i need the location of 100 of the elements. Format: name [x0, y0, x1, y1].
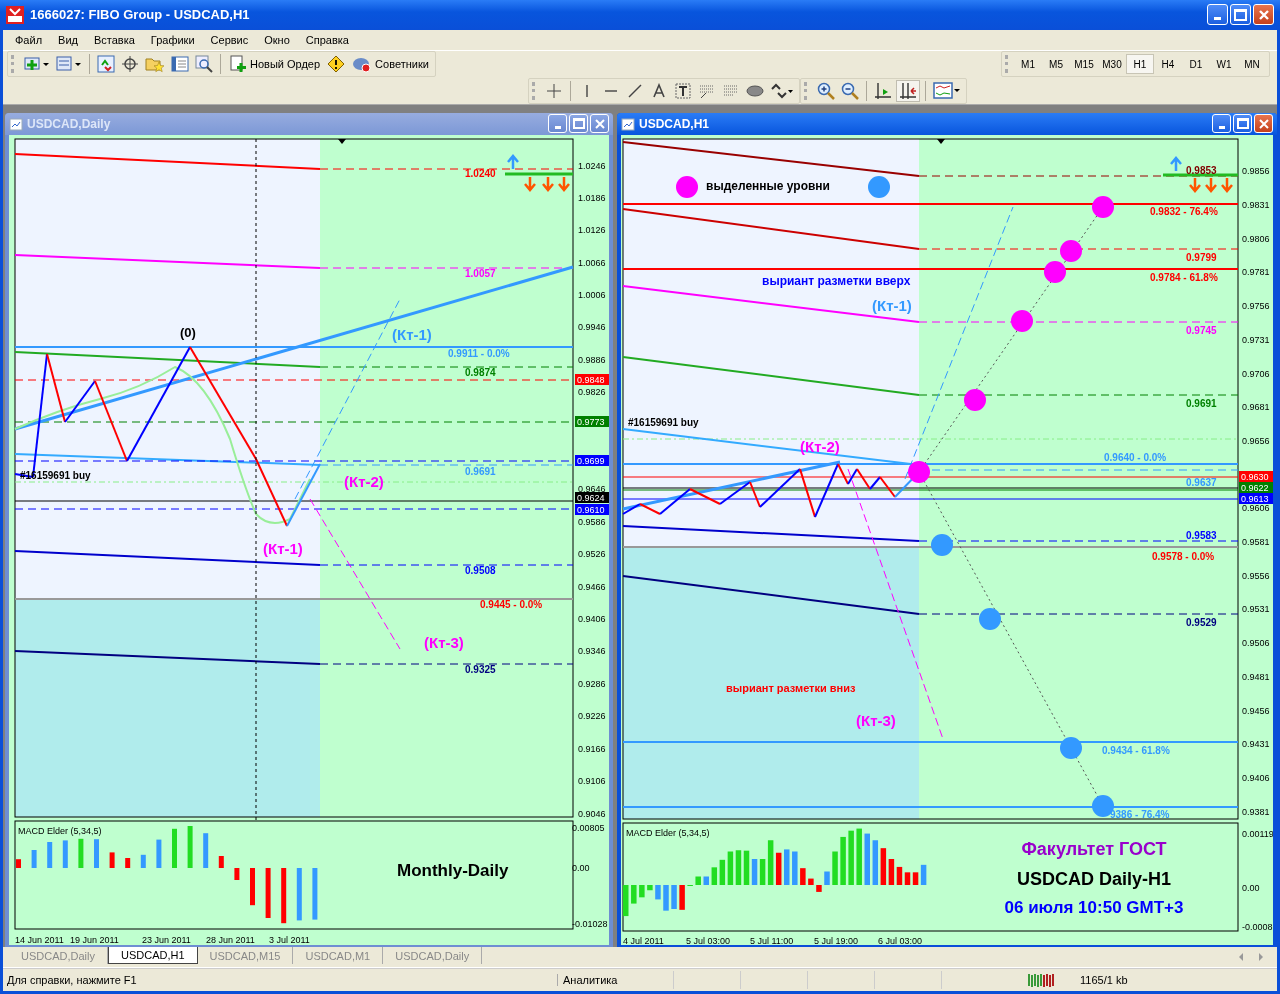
price-axis-label: 0.9226: [578, 710, 606, 721]
price-tag: 0.9848: [575, 373, 609, 385]
status-help-text: Для справки, нажмите F1: [6, 974, 138, 986]
level-label: 0.9640 - 0.0%: [1104, 451, 1167, 463]
minimize-button[interactable]: [1212, 114, 1231, 134]
period-marker-icon: [338, 138, 346, 144]
timeframe-button[interactable]: M30: [1098, 54, 1126, 75]
chart-tab[interactable]: USDCAD,H1: [107, 947, 198, 965]
indicator-axis-label: 0.00: [572, 862, 590, 873]
price-tag: 0.9610: [575, 503, 609, 515]
histogram-bar: [663, 884, 669, 911]
menu-item[interactable]: Окно: [256, 30, 298, 49]
price-axis-label: 0.9781: [1242, 266, 1270, 277]
signal-arrows-drawing: [506, 153, 571, 192]
price-tag: 0.9773: [575, 415, 609, 427]
minimize-button[interactable]: [548, 114, 567, 134]
price-axis-label: 0.9706: [1242, 368, 1270, 379]
price-axis-label: 0.9646: [578, 483, 606, 494]
level-label: #16159691 buy: [20, 469, 91, 481]
chart-annotation: выриант разметки вверх: [762, 273, 911, 288]
level-label: 0.9445 - 0.0%: [480, 598, 543, 610]
timeframe-button[interactable]: H4: [1154, 54, 1182, 75]
histogram-bar: [792, 851, 798, 885]
close-icon: [594, 118, 605, 129]
price-axis-label: 0.9506: [1242, 637, 1270, 648]
chart-window-title: USDCAD,H1: [639, 116, 710, 131]
timeframe-button[interactable]: D1: [1182, 54, 1210, 75]
histogram-bar: [156, 839, 162, 868]
level-label: 0.9578 - 0.0%: [1152, 550, 1215, 562]
maximize-button[interactable]: [1230, 4, 1251, 26]
indicator-axis-label: 0.00805: [572, 822, 605, 833]
time-axis-label: 6 Jul 03:00: [878, 935, 923, 945]
histogram-bar: [94, 839, 99, 868]
close-icon: [1258, 118, 1269, 129]
indicators-dropdown-icon[interactable]: [931, 79, 963, 102]
histogram-bar: [296, 867, 302, 921]
timeframe-button[interactable]: M15: [1070, 54, 1098, 75]
menu-item[interactable]: Файл: [7, 30, 51, 49]
menu-item[interactable]: Графики: [142, 30, 203, 49]
chart-annotation: (0): [180, 324, 196, 340]
price-axis-label: 1.0246: [578, 160, 606, 171]
histogram-bar: [816, 884, 822, 892]
close-button[interactable]: [590, 114, 609, 134]
status-profile-text: Аналитика: [557, 974, 673, 986]
level-label: 0.9832 - 76.4%: [1150, 205, 1218, 217]
menu-item[interactable]: Вид: [50, 30, 86, 49]
price-axis-label: 0.9046: [578, 808, 606, 819]
histogram-bar: [623, 884, 629, 916]
status-traffic-text: 1165/1 kb: [1079, 974, 1128, 986]
histogram-bar: [647, 884, 653, 891]
new-order-button[interactable]: Новый Ордер: [226, 53, 324, 76]
histogram-bar: [187, 825, 193, 868]
minimize-button[interactable]: [1207, 4, 1228, 26]
price-axis-label: 0.9406: [1242, 772, 1270, 783]
signal-arrows-drawing: [1169, 155, 1234, 193]
histogram-bar: [250, 867, 255, 906]
level-label: 0.9583: [1186, 529, 1217, 541]
histogram-bar: [856, 828, 862, 885]
close-button[interactable]: [1254, 114, 1273, 134]
price-axis-label: 0.9831: [1242, 199, 1270, 210]
level-label: 1.0240: [465, 167, 496, 179]
timeframe-button[interactable]: M5: [1042, 54, 1070, 75]
autoscroll-icon[interactable]: [896, 79, 920, 102]
time-axis-label: 23 Jun 2011: [142, 934, 191, 945]
time-axis-label: 5 Jul 19:00: [814, 935, 859, 945]
price-axis-label: 0.9806: [1242, 233, 1270, 244]
chart-annotation: (Кт-2): [344, 472, 384, 490]
window-title: 1666027: FIBO Group - USDCAD,H1: [30, 7, 251, 23]
chart-annotation: выделенные уровни: [706, 178, 830, 193]
price-axis-label: 0.9556: [1242, 570, 1270, 581]
timeframe-button[interactable]: H1: [1126, 54, 1154, 75]
market-watch-icon[interactable]: [95, 53, 117, 76]
level-label: 0.9434 - 61.8%: [1102, 744, 1170, 756]
price-axis-label: 0.9826: [578, 386, 606, 397]
histogram-bar: [78, 838, 84, 868]
maximize-button[interactable]: [1233, 114, 1252, 134]
price-axis-label: 0.9406: [578, 613, 606, 624]
histogram-bar: [832, 851, 838, 885]
histogram-bar: [218, 855, 224, 868]
timeframe-button[interactable]: MN: [1238, 54, 1266, 75]
histogram-bar: [203, 833, 209, 868]
menu-item[interactable]: Вставка: [85, 30, 143, 49]
time-axis-label: 4 Jul 2011: [623, 935, 664, 945]
timeframe-button[interactable]: M1: [1014, 54, 1042, 75]
time-axis-label: 28 Jun 2011: [206, 934, 255, 945]
close-button[interactable]: [1253, 4, 1274, 26]
time-axis-label: 14 Jun 2011: [15, 934, 64, 945]
menu-item[interactable]: Справка: [297, 30, 357, 49]
menu-item[interactable]: Сервис: [202, 30, 257, 49]
experts-button[interactable]: Советники: [349, 53, 432, 76]
price-axis-label: 0.9756: [1242, 300, 1270, 311]
connection-bars-icon: [1028, 973, 1054, 987]
histogram-bar: [234, 867, 240, 880]
histogram-bar: [140, 854, 146, 868]
chart-annotation: (Кт-2): [800, 437, 840, 455]
timeframe-button[interactable]: W1: [1210, 54, 1238, 75]
price-axis-label: 0.9431: [1242, 738, 1270, 749]
document-plus-icon: [229, 55, 247, 74]
maximize-button[interactable]: [569, 114, 588, 134]
price-axis-label: 0.9886: [578, 354, 606, 365]
